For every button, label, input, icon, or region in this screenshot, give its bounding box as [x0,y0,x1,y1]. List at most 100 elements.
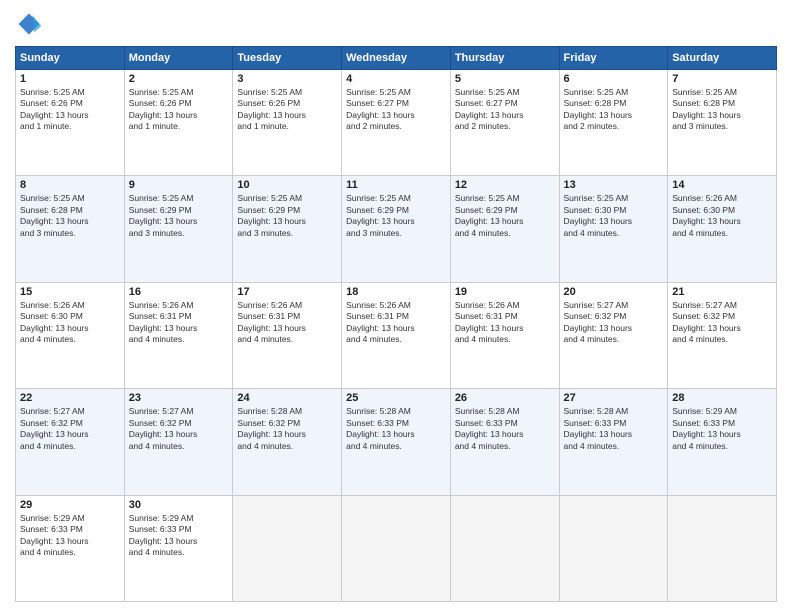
header [15,10,777,38]
day-cell-15: 15 Sunrise: 5:26 AM Sunset: 6:30 PM Dayl… [16,282,125,388]
day-info-5: Sunrise: 5:25 AM Sunset: 6:27 PM Dayligh… [455,87,555,133]
day-info-26: Sunrise: 5:28 AM Sunset: 6:33 PM Dayligh… [455,406,555,452]
col-wednesday: Wednesday [342,47,451,70]
day-cell-17: 17 Sunrise: 5:26 AM Sunset: 6:31 PM Dayl… [233,282,342,388]
day-cell-3: 3 Sunrise: 5:25 AM Sunset: 6:26 PM Dayli… [233,70,342,176]
day-cell-14: 14 Sunrise: 5:26 AM Sunset: 6:30 PM Dayl… [668,176,777,282]
day-info-1: Sunrise: 5:25 AM Sunset: 6:26 PM Dayligh… [20,87,120,133]
day-number-3: 3 [237,73,337,85]
day-number-30: 30 [129,499,229,511]
day-cell-8: 8 Sunrise: 5:25 AM Sunset: 6:28 PM Dayli… [16,176,125,282]
day-number-21: 21 [672,286,772,298]
day-cell-19: 19 Sunrise: 5:26 AM Sunset: 6:31 PM Dayl… [450,282,559,388]
day-info-20: Sunrise: 5:27 AM Sunset: 6:32 PM Dayligh… [564,300,664,346]
day-number-9: 9 [129,179,229,191]
day-info-2: Sunrise: 5:25 AM Sunset: 6:26 PM Dayligh… [129,87,229,133]
day-number-18: 18 [346,286,446,298]
day-cell-5: 5 Sunrise: 5:25 AM Sunset: 6:27 PM Dayli… [450,70,559,176]
day-number-20: 20 [564,286,664,298]
col-saturday: Saturday [668,47,777,70]
day-number-7: 7 [672,73,772,85]
day-info-3: Sunrise: 5:25 AM Sunset: 6:26 PM Dayligh… [237,87,337,133]
day-cell-11: 11 Sunrise: 5:25 AM Sunset: 6:29 PM Dayl… [342,176,451,282]
empty-cell [450,495,559,601]
day-number-2: 2 [129,73,229,85]
weekday-header-row: Sunday Monday Tuesday Wednesday Thursday… [16,47,777,70]
day-cell-20: 20 Sunrise: 5:27 AM Sunset: 6:32 PM Dayl… [559,282,668,388]
day-cell-1: 1 Sunrise: 5:25 AM Sunset: 6:26 PM Dayli… [16,70,125,176]
day-number-25: 25 [346,392,446,404]
empty-cell [233,495,342,601]
day-number-24: 24 [237,392,337,404]
day-cell-2: 2 Sunrise: 5:25 AM Sunset: 6:26 PM Dayli… [124,70,233,176]
logo [15,10,47,38]
day-number-16: 16 [129,286,229,298]
day-info-6: Sunrise: 5:25 AM Sunset: 6:28 PM Dayligh… [564,87,664,133]
day-number-11: 11 [346,179,446,191]
day-number-6: 6 [564,73,664,85]
day-cell-22: 22 Sunrise: 5:27 AM Sunset: 6:32 PM Dayl… [16,389,125,495]
page: Sunday Monday Tuesday Wednesday Thursday… [0,0,792,612]
day-number-8: 8 [20,179,120,191]
day-cell-10: 10 Sunrise: 5:25 AM Sunset: 6:29 PM Dayl… [233,176,342,282]
day-cell-9: 9 Sunrise: 5:25 AM Sunset: 6:29 PM Dayli… [124,176,233,282]
col-thursday: Thursday [450,47,559,70]
day-cell-21: 21 Sunrise: 5:27 AM Sunset: 6:32 PM Dayl… [668,282,777,388]
day-info-21: Sunrise: 5:27 AM Sunset: 6:32 PM Dayligh… [672,300,772,346]
day-info-30: Sunrise: 5:29 AM Sunset: 6:33 PM Dayligh… [129,513,229,559]
day-info-10: Sunrise: 5:25 AM Sunset: 6:29 PM Dayligh… [237,193,337,239]
day-info-25: Sunrise: 5:28 AM Sunset: 6:33 PM Dayligh… [346,406,446,452]
day-number-12: 12 [455,179,555,191]
week-row-5: 29 Sunrise: 5:29 AM Sunset: 6:33 PM Dayl… [16,495,777,601]
day-info-17: Sunrise: 5:26 AM Sunset: 6:31 PM Dayligh… [237,300,337,346]
day-info-16: Sunrise: 5:26 AM Sunset: 6:31 PM Dayligh… [129,300,229,346]
day-info-4: Sunrise: 5:25 AM Sunset: 6:27 PM Dayligh… [346,87,446,133]
week-row-1: 1 Sunrise: 5:25 AM Sunset: 6:26 PM Dayli… [16,70,777,176]
empty-cell [668,495,777,601]
week-row-2: 8 Sunrise: 5:25 AM Sunset: 6:28 PM Dayli… [16,176,777,282]
day-cell-6: 6 Sunrise: 5:25 AM Sunset: 6:28 PM Dayli… [559,70,668,176]
day-cell-18: 18 Sunrise: 5:26 AM Sunset: 6:31 PM Dayl… [342,282,451,388]
col-friday: Friday [559,47,668,70]
day-number-19: 19 [455,286,555,298]
day-info-15: Sunrise: 5:26 AM Sunset: 6:30 PM Dayligh… [20,300,120,346]
day-info-14: Sunrise: 5:26 AM Sunset: 6:30 PM Dayligh… [672,193,772,239]
day-cell-23: 23 Sunrise: 5:27 AM Sunset: 6:32 PM Dayl… [124,389,233,495]
calendar-table: Sunday Monday Tuesday Wednesday Thursday… [15,46,777,602]
day-cell-12: 12 Sunrise: 5:25 AM Sunset: 6:29 PM Dayl… [450,176,559,282]
day-info-7: Sunrise: 5:25 AM Sunset: 6:28 PM Dayligh… [672,87,772,133]
day-cell-25: 25 Sunrise: 5:28 AM Sunset: 6:33 PM Dayl… [342,389,451,495]
day-number-23: 23 [129,392,229,404]
day-number-15: 15 [20,286,120,298]
day-cell-30: 30 Sunrise: 5:29 AM Sunset: 6:33 PM Dayl… [124,495,233,601]
day-cell-24: 24 Sunrise: 5:28 AM Sunset: 6:32 PM Dayl… [233,389,342,495]
day-cell-27: 27 Sunrise: 5:28 AM Sunset: 6:33 PM Dayl… [559,389,668,495]
day-info-28: Sunrise: 5:29 AM Sunset: 6:33 PM Dayligh… [672,406,772,452]
day-cell-29: 29 Sunrise: 5:29 AM Sunset: 6:33 PM Dayl… [16,495,125,601]
day-number-26: 26 [455,392,555,404]
day-number-14: 14 [672,179,772,191]
day-info-13: Sunrise: 5:25 AM Sunset: 6:30 PM Dayligh… [564,193,664,239]
day-number-13: 13 [564,179,664,191]
day-info-18: Sunrise: 5:26 AM Sunset: 6:31 PM Dayligh… [346,300,446,346]
day-number-22: 22 [20,392,120,404]
day-cell-13: 13 Sunrise: 5:25 AM Sunset: 6:30 PM Dayl… [559,176,668,282]
day-cell-16: 16 Sunrise: 5:26 AM Sunset: 6:31 PM Dayl… [124,282,233,388]
week-row-3: 15 Sunrise: 5:26 AM Sunset: 6:30 PM Dayl… [16,282,777,388]
col-tuesday: Tuesday [233,47,342,70]
day-info-11: Sunrise: 5:25 AM Sunset: 6:29 PM Dayligh… [346,193,446,239]
day-number-28: 28 [672,392,772,404]
day-number-27: 27 [564,392,664,404]
day-info-19: Sunrise: 5:26 AM Sunset: 6:31 PM Dayligh… [455,300,555,346]
day-info-9: Sunrise: 5:25 AM Sunset: 6:29 PM Dayligh… [129,193,229,239]
empty-cell [342,495,451,601]
col-monday: Monday [124,47,233,70]
day-info-24: Sunrise: 5:28 AM Sunset: 6:32 PM Dayligh… [237,406,337,452]
day-number-4: 4 [346,73,446,85]
day-cell-7: 7 Sunrise: 5:25 AM Sunset: 6:28 PM Dayli… [668,70,777,176]
day-info-12: Sunrise: 5:25 AM Sunset: 6:29 PM Dayligh… [455,193,555,239]
day-cell-28: 28 Sunrise: 5:29 AM Sunset: 6:33 PM Dayl… [668,389,777,495]
day-info-22: Sunrise: 5:27 AM Sunset: 6:32 PM Dayligh… [20,406,120,452]
col-sunday: Sunday [16,47,125,70]
day-number-5: 5 [455,73,555,85]
